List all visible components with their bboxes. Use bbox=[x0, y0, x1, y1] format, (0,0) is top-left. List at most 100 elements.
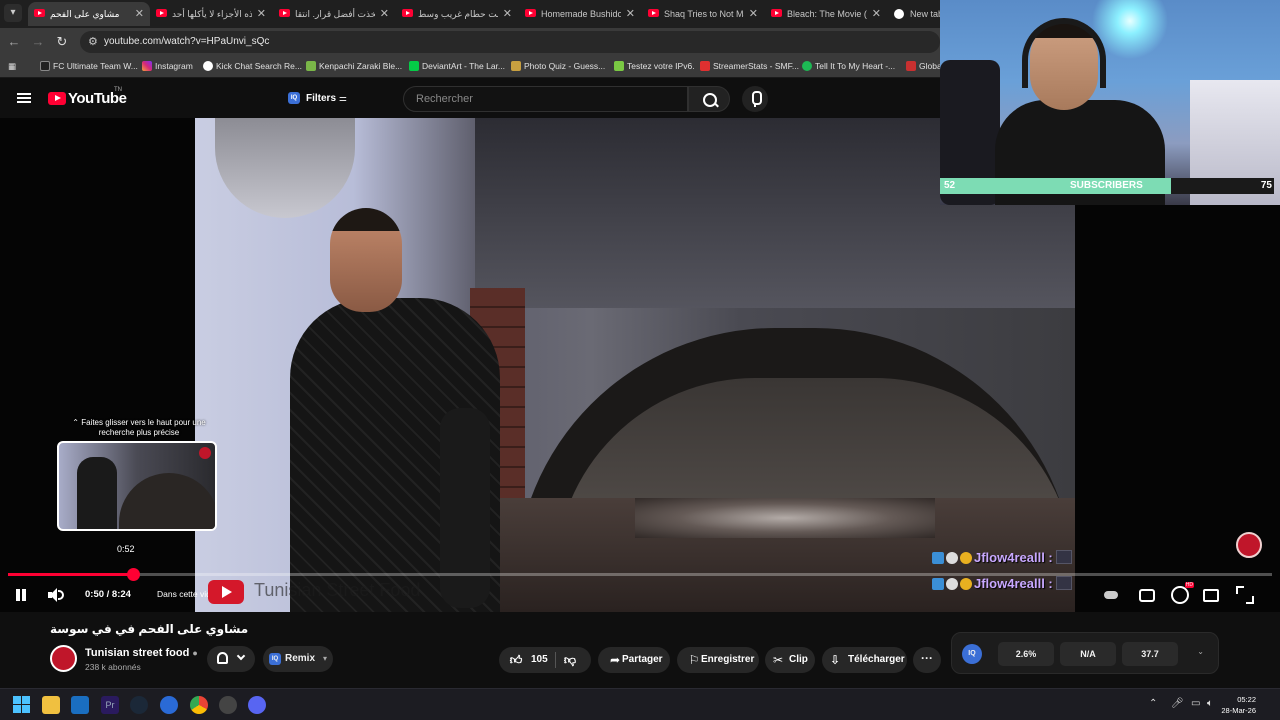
search-input[interactable]: Rechercher bbox=[403, 86, 688, 112]
url-bar[interactable]: ⚙ youtube.com/watch?v=HPaUnvi_sQc bbox=[80, 31, 940, 53]
browser-tab-1[interactable]: مشاوي على الفحم ✕ bbox=[28, 2, 150, 26]
steam-icon[interactable] bbox=[130, 696, 148, 714]
file-explorer-icon[interactable] bbox=[42, 696, 60, 714]
pause-button[interactable] bbox=[14, 588, 28, 602]
channel-avatar[interactable] bbox=[50, 645, 77, 672]
bookmark-item[interactable]: StreamerStats - SMF... bbox=[700, 61, 799, 71]
bookmark-item[interactable]: Tell It To My Heart -... bbox=[802, 61, 895, 71]
scene-coals bbox=[635, 498, 935, 538]
progress-scrubber[interactable] bbox=[127, 568, 141, 581]
progress-bar[interactable] bbox=[8, 568, 1272, 581]
bookmark-item[interactable]: Kick Chat Search Re... bbox=[203, 61, 302, 71]
bookmark-item[interactable]: Photo Quiz - Guess... bbox=[511, 61, 605, 71]
progress-played bbox=[8, 573, 134, 576]
volume-icon[interactable] bbox=[48, 587, 66, 603]
browser-tab-4[interactable]: دخلت حطام غريب وسط✕ bbox=[396, 2, 518, 26]
browser-tab-5[interactable]: Homemade Bushido ✕ bbox=[519, 2, 641, 26]
settings-gear-icon[interactable] bbox=[1171, 582, 1194, 604]
youtube-favicon-icon bbox=[279, 9, 290, 17]
iq-icon[interactable]: IQ bbox=[962, 644, 982, 664]
chat-message: Jflow4realll : bbox=[932, 576, 1072, 591]
notification-bell-button[interactable] bbox=[207, 646, 255, 672]
windows-start-icon[interactable] bbox=[13, 696, 31, 714]
premiere-icon[interactable]: Pr bbox=[101, 696, 119, 714]
network-icon[interactable]: ▭ bbox=[1191, 698, 1200, 709]
close-tab-icon[interactable]: ✕ bbox=[257, 2, 266, 26]
share-button[interactable]: ➦ Partager bbox=[598, 647, 670, 673]
system-clock[interactable]: 05:22 28-Mar-26 bbox=[1221, 694, 1256, 716]
download-button[interactable]: ⇩ Télécharger bbox=[822, 647, 907, 673]
reload-icon[interactable]: ↻ bbox=[53, 33, 71, 51]
subtitles-icon[interactable] bbox=[1139, 589, 1155, 602]
youtube-favicon-icon bbox=[156, 9, 167, 17]
browser-tab-3[interactable]: اتخذت أفضل قرار. انتقا ✕ bbox=[273, 2, 395, 26]
browser-tab-7[interactable]: Bleach: The Movie (2 ✕ bbox=[765, 2, 887, 26]
bookmark-item[interactable]: Testez votre IPv6. bbox=[614, 61, 695, 71]
remix-button[interactable]: IQ Remix ▾ bbox=[263, 646, 333, 672]
filters-button[interactable]: IQ Filters ⚌ bbox=[284, 88, 353, 108]
thumbs-down-icon[interactable]: 👎︎ bbox=[563, 653, 577, 667]
close-tab-icon[interactable]: ✕ bbox=[626, 2, 635, 26]
close-tab-icon[interactable]: ✕ bbox=[380, 2, 389, 26]
site-info-icon[interactable]: ⚙ bbox=[88, 35, 98, 48]
seek-preview-thumbnail bbox=[57, 441, 217, 531]
menu-icon[interactable] bbox=[17, 93, 31, 103]
browser-tab-8[interactable]: New tab bbox=[888, 2, 940, 26]
windows-logo-pane bbox=[13, 705, 21, 713]
bookmark-item[interactable]: FC Ultimate Team W... bbox=[40, 61, 138, 71]
discord-icon[interactable] bbox=[248, 696, 266, 714]
chrome-icon[interactable] bbox=[190, 696, 208, 714]
bookmark-item[interactable]: Instagram bbox=[142, 61, 193, 71]
chevron-down-icon bbox=[236, 651, 246, 661]
browser-tab-2[interactable]: هذه الأجزاء لا يأكلها أحد ✕ bbox=[150, 2, 272, 26]
thumbs-up-icon[interactable]: 👍︎ bbox=[509, 653, 523, 667]
more-actions-icon[interactable]: ··· bbox=[913, 647, 941, 673]
close-tab-icon[interactable]: ✕ bbox=[872, 2, 881, 26]
bookmark-item[interactable]: DeviantArt - The Lar... bbox=[409, 61, 505, 71]
obs-icon[interactable] bbox=[219, 696, 237, 714]
save-button[interactable]: ⚐ Enregistrer bbox=[677, 647, 759, 673]
windows-logo-pane bbox=[22, 705, 30, 713]
fullscreen-icon[interactable] bbox=[1236, 586, 1254, 604]
like-count[interactable]: 105 bbox=[531, 647, 548, 673]
autoplay-toggle[interactable] bbox=[1104, 591, 1118, 599]
bookmark-item[interactable]: Globa bbox=[906, 61, 942, 71]
preview-time: 0:52 bbox=[117, 544, 135, 554]
microphone-tray-icon[interactable]: 🎤︎ bbox=[1171, 698, 1184, 709]
channel-name[interactable]: Tunisian street food ● bbox=[85, 647, 198, 659]
miniplayer-icon[interactable] bbox=[1203, 589, 1219, 602]
tab-search-dropdown[interactable]: ▾ bbox=[4, 4, 22, 22]
apps-grid-icon[interactable]: ▦ bbox=[8, 61, 16, 72]
outlook-icon[interactable] bbox=[71, 696, 89, 714]
bookmark-favicon-icon bbox=[802, 61, 812, 71]
search-button[interactable] bbox=[688, 86, 730, 112]
browser-app-icon[interactable] bbox=[160, 696, 178, 714]
back-arrow-icon[interactable]: ← bbox=[5, 33, 23, 51]
browser-tab-6[interactable]: Shaq Tries to Not Ma ✕ bbox=[642, 2, 764, 26]
close-tab-icon[interactable]: ✕ bbox=[749, 2, 758, 26]
forward-arrow-icon[interactable]: → bbox=[29, 33, 47, 51]
chevron-down-icon[interactable]: ⌄ bbox=[1197, 647, 1204, 656]
bookmark-favicon-icon bbox=[511, 61, 521, 71]
chat-badge-icon bbox=[946, 552, 958, 564]
close-tab-icon[interactable]: ✕ bbox=[503, 2, 512, 26]
tray-chevron-up-icon[interactable]: ⌃ bbox=[1149, 698, 1157, 709]
bookmark-favicon-icon bbox=[700, 61, 710, 71]
webcam-overlay bbox=[940, 0, 1280, 205]
microphone-icon[interactable] bbox=[742, 86, 768, 112]
like-separator bbox=[555, 652, 556, 668]
sub-label: SUBSCRIBERS bbox=[1070, 180, 1143, 191]
youtube-favicon-icon bbox=[34, 9, 45, 17]
chat-emote-icon bbox=[1055, 550, 1072, 564]
chat-badge-icon bbox=[946, 578, 958, 590]
clip-button[interactable]: ✂ Clip bbox=[765, 647, 815, 673]
chat-badge-icon bbox=[960, 578, 972, 590]
speaker-icon[interactable]: 🔈︎ bbox=[1207, 698, 1213, 709]
close-tab-icon[interactable]: ✕ bbox=[135, 2, 144, 26]
youtube-logo-icon[interactable] bbox=[48, 92, 66, 105]
channel-branding-icon[interactable] bbox=[1236, 532, 1262, 558]
bookmark-item[interactable]: Kenpachi Zaraki Ble... bbox=[306, 61, 402, 71]
instagram-icon bbox=[142, 61, 152, 71]
url-text[interactable]: youtube.com/watch?v=HPaUnvi_sQc bbox=[104, 36, 269, 47]
sub-count: 52 bbox=[944, 180, 956, 191]
